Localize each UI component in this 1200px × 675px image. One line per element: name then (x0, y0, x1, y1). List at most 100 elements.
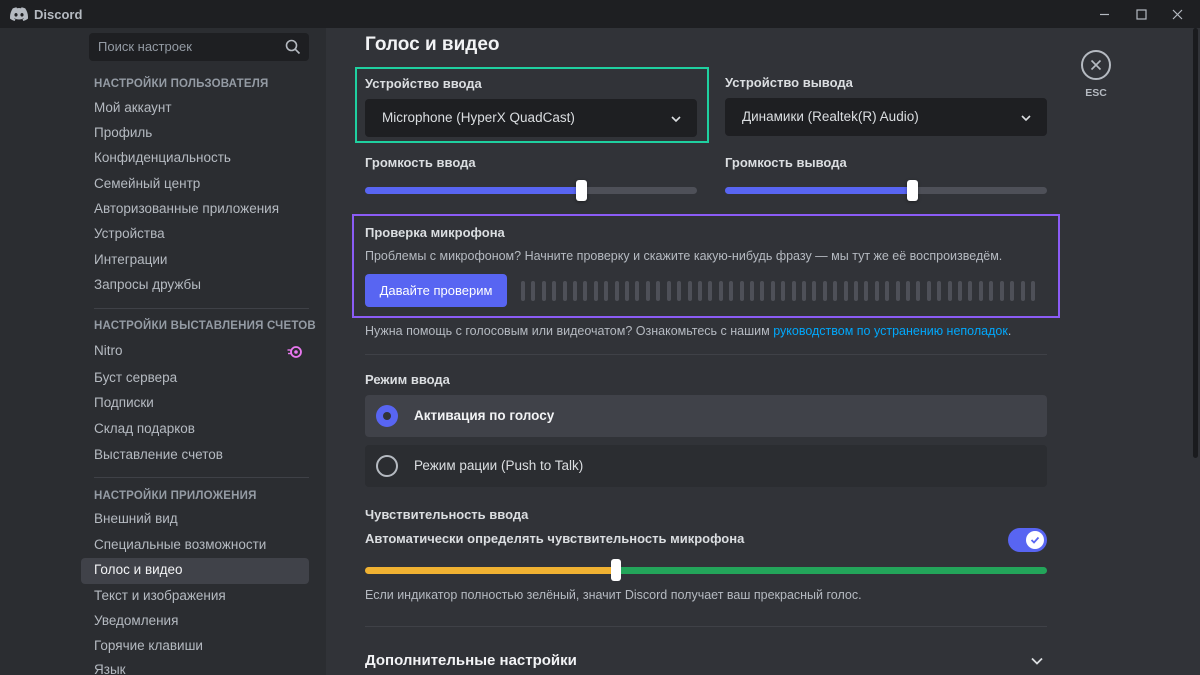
output-volume-slider[interactable] (725, 180, 1047, 201)
checkmark-icon (1030, 536, 1040, 544)
meter-bar (895, 281, 900, 301)
sidebar-item-voice-video[interactable]: Голос и видео (81, 558, 309, 584)
input-mode-push-to-talk[interactable]: Режим рации (Push to Talk) (365, 445, 1047, 487)
meter-bar (989, 281, 994, 301)
input-mode-label: Режим ввода (365, 372, 450, 387)
meter-bar (531, 281, 536, 301)
close-icon (1090, 59, 1102, 71)
section-header-app: НАСТРОЙКИ ПРИЛОЖЕНИЯ (94, 490, 257, 502)
meter-bar (583, 281, 588, 301)
sensitivity-note: Если индикатор полностью зелёный, значит… (365, 588, 862, 602)
meter-bar (666, 281, 671, 301)
sidebar-item-server-boost[interactable]: Буст сервера (81, 366, 309, 392)
sidebar-item-authorized-apps[interactable]: Авторизованные приложения (81, 197, 309, 223)
sidebar-item-keybinds[interactable]: Горячие клавиши (81, 634, 309, 660)
meter-bar (864, 281, 869, 301)
search-input[interactable]: Поиск настроек (89, 33, 309, 61)
sidebar-item-integrations[interactable]: Интеграции (81, 248, 309, 274)
mic-test-label: Проверка микрофона (365, 225, 505, 240)
sidebar-item-friend-requests[interactable]: Запросы дружбы (81, 273, 309, 299)
meter-bar (968, 281, 973, 301)
help-text: Нужна помощь с голосовым или видеочатом?… (365, 324, 1011, 338)
meter-bar (656, 281, 661, 301)
sensitivity-label: Чувствительность ввода (365, 507, 529, 522)
sidebar-item-nitro[interactable]: Nitro (81, 339, 309, 365)
meter-bar (822, 281, 827, 301)
section-header-user: НАСТРОЙКИ ПОЛЬЗОВАТЕЛЯ (94, 78, 269, 90)
input-volume-fill (365, 187, 581, 194)
meter-bar (749, 281, 754, 301)
meter-bar (791, 281, 796, 301)
input-mode-voice-activity[interactable]: Активация по голосу (365, 395, 1047, 437)
output-device-select[interactable]: Динамики (Realtek(R) Audio) (725, 98, 1047, 136)
sidebar-item-profile[interactable]: Профиль (81, 121, 309, 147)
meter-bar (604, 281, 609, 301)
meter-bar (645, 281, 650, 301)
troubleshooting-link[interactable]: руководством по устранению неполадок (773, 324, 1008, 338)
sidebar-item-family-center[interactable]: Семейный центр (81, 172, 309, 198)
close-icon (1172, 9, 1182, 19)
sidebar-item-notifications[interactable]: Уведомления (81, 609, 309, 635)
advanced-settings-title[interactable]: Дополнительные настройки (365, 652, 577, 669)
toggle-knob (1026, 531, 1044, 549)
meter-bar (843, 281, 848, 301)
search-icon (285, 39, 301, 55)
meter-bar (562, 281, 567, 301)
sensitivity-thumb[interactable] (611, 559, 621, 581)
meter-bar (1020, 281, 1025, 301)
input-device-select[interactable]: Microphone (HyperX QuadCast) (365, 99, 697, 137)
meter-bar (697, 281, 702, 301)
meter-bar (926, 281, 931, 301)
sidebar-item-gift-inventory[interactable]: Склад подарков (81, 417, 309, 443)
sidebar-item-devices[interactable]: Устройства (81, 222, 309, 248)
meter-bar (916, 281, 921, 301)
meter-bar (739, 281, 744, 301)
meter-bar (770, 281, 775, 301)
meter-bar (718, 281, 723, 301)
meter-bar (1010, 281, 1015, 301)
input-volume-label: Громкость ввода (365, 155, 476, 170)
output-device-value: Динамики (Realtek(R) Audio) (742, 109, 919, 124)
output-volume-thumb[interactable] (906, 180, 918, 201)
mic-test-description: Проблемы с микрофоном? Начните проверку … (365, 249, 1003, 263)
app-brand: Discord (10, 5, 82, 23)
help-text-suffix: . (1007, 324, 1012, 338)
sidebar-item-accessibility[interactable]: Специальные возможности (81, 533, 309, 559)
input-volume-thumb[interactable] (575, 180, 587, 201)
meter-bar (729, 281, 734, 301)
meter-bar (833, 281, 838, 301)
minimize-icon (1099, 13, 1109, 15)
scrollbar[interactable] (1193, 28, 1198, 458)
meter-bar (885, 281, 890, 301)
sidebar-item-my-account[interactable]: Мой аккаунт (81, 96, 309, 122)
sidebar-item-language[interactable]: Язык (81, 658, 309, 675)
input-mode-option-label: Активация по голосу (414, 408, 555, 423)
sidebar-item-text-images[interactable]: Текст и изображения (81, 584, 309, 610)
sensitivity-slider[interactable] (365, 567, 1047, 574)
section-divider (365, 626, 1047, 627)
radio-unselected-icon (376, 455, 398, 477)
input-volume-slider[interactable] (365, 180, 697, 201)
meter-bar (999, 281, 1004, 301)
sidebar-item-appearance[interactable]: Внешний вид (81, 507, 309, 533)
page-title: Голос и видео (365, 34, 500, 55)
sidebar-item-privacy[interactable]: Конфиденциальность (81, 146, 309, 172)
app-name: Discord (34, 6, 83, 22)
close-window-button[interactable] (1154, 0, 1200, 28)
sidebar-item-subscriptions[interactable]: Подписки (81, 391, 309, 417)
meter-bar (521, 281, 525, 301)
meter-bar (573, 281, 578, 301)
meter-bar (677, 281, 682, 301)
sidebar-item-label: Nitro (94, 343, 123, 358)
sidebar-item-billing[interactable]: Выставление счетов (81, 443, 309, 469)
meter-bar (947, 281, 952, 301)
chevron-down-icon[interactable] (1030, 654, 1044, 668)
mic-test-button[interactable]: Давайте проверим (365, 274, 507, 307)
sidebar-divider (94, 477, 309, 478)
discord-logo-icon (10, 7, 28, 21)
section-header-billing: НАСТРОЙКИ ВЫСТАВЛЕНИЯ СЧЕТОВ (94, 320, 316, 332)
auto-sensitivity-toggle[interactable] (1008, 528, 1047, 552)
auto-sensitivity-label: Автоматически определять чувствительност… (365, 531, 745, 546)
close-settings-button[interactable] (1081, 50, 1111, 80)
chevron-down-icon (1021, 115, 1031, 122)
